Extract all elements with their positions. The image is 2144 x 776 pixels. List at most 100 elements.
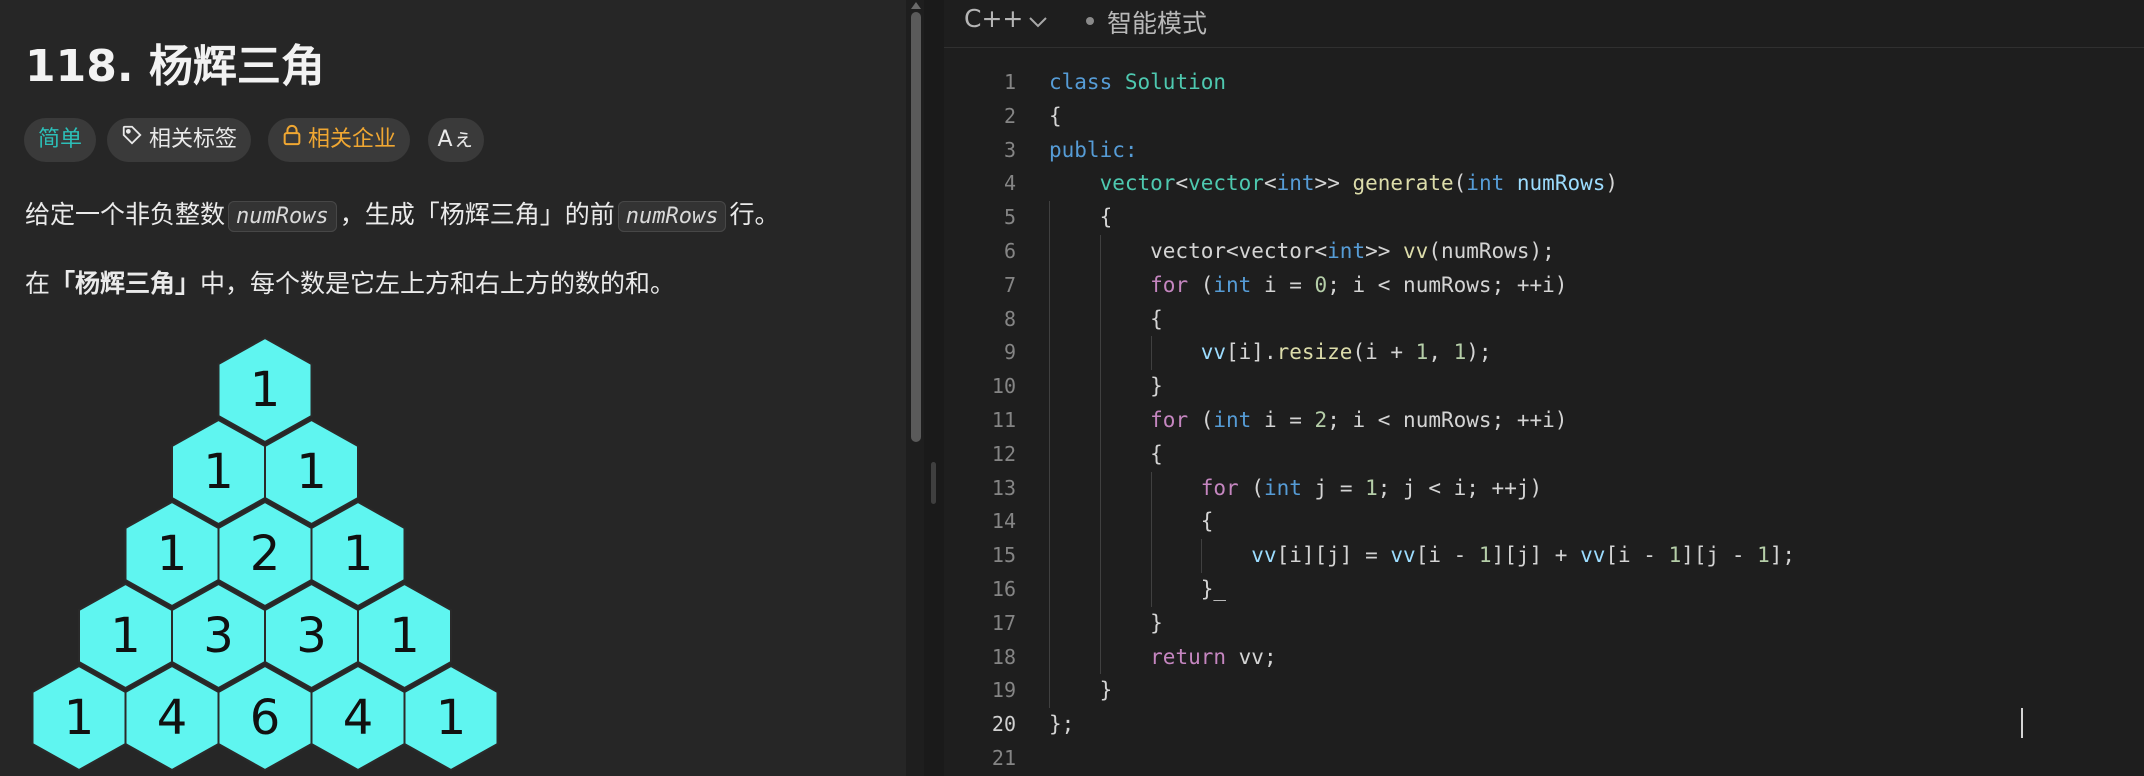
related-tags-button[interactable]: 相关标签 (107, 118, 252, 162)
code-line[interactable]: 9 vv[i].resize(i + 1, 1); (944, 336, 2144, 371)
code-line[interactable]: 20}; (944, 708, 2144, 742)
code-token: [i]. (1226, 340, 1277, 365)
code-line[interactable]: 1 class Solution (944, 66, 2144, 100)
related-companies-button[interactable]: 相关企业 (268, 118, 411, 162)
code-line[interactable]: 10 } (944, 370, 2144, 404)
code-token: 1 (1478, 543, 1492, 568)
code-token: int (1276, 171, 1315, 196)
scroll-up-arrow-icon[interactable] (910, 0, 922, 10)
code-token: int (1213, 407, 1252, 432)
description-paragraph-2: 在「杨辉三角」中，每个数是它左上方和右上方的数的和。 (25, 264, 675, 300)
code-token: (numRows); (1428, 238, 1555, 263)
smart-mode-toggle[interactable]: 智能模式 (1107, 4, 1207, 40)
code-line[interactable]: 7 for (int i = 0; i < numRows; ++i) (944, 268, 2144, 303)
code-token: i = (1251, 272, 1315, 297)
code-token: [i][j] = (1276, 543, 1391, 568)
code-token: 1 (1365, 475, 1378, 500)
code-token: 0 (1314, 272, 1328, 297)
code-token: numRows (1516, 171, 1606, 196)
code-token: ( (1238, 475, 1264, 500)
code-text: for (int i = 0; i < numRows; ++i) (1049, 269, 1567, 303)
code-token: vv (1251, 543, 1277, 568)
code-line[interactable]: 11 for (int i = 2; i < numRows; ++i) (944, 403, 2144, 438)
code-text: vector<vector<int>> vv(numRows); (1049, 235, 1555, 269)
code-line[interactable]: 6 vector<vector<int>> vv(numRows); (944, 234, 2144, 269)
code-token: int (1263, 475, 1302, 500)
code-token: int (1466, 171, 1505, 196)
code-text: } (1049, 607, 1163, 641)
triangle-cell-value: 1 (203, 444, 234, 500)
code-token: [i - (1415, 543, 1479, 568)
code-token: } (1049, 610, 1163, 635)
line-number: 18 (991, 644, 1016, 669)
code-line[interactable]: 2{ (944, 100, 2144, 134)
triangle-cell-value: 4 (157, 690, 188, 746)
splitter-grip-handle[interactable] (931, 462, 936, 504)
code-token: i = (1251, 407, 1315, 432)
lock-icon (282, 118, 302, 162)
code-text: vv[i][j] = vv[i - 1][j] + vv[i - 1][j - … (1049, 539, 1795, 573)
code-line[interactable]: 4 vector<vector<int>> generate(int numRo… (944, 167, 2144, 201)
code-area[interactable]: 1 class Solution 2{3 public: 4 vector<vector… (944, 66, 2144, 776)
code-line[interactable]: 19 } (944, 674, 2144, 709)
line-number: 16 (991, 576, 1016, 601)
code-token: public: (1049, 137, 1138, 162)
code-token: ( (1188, 272, 1214, 297)
code-line[interactable]: 21 (944, 742, 2144, 776)
left-scrollbar-thumb[interactable] (911, 12, 921, 442)
triangle-cell-value: 1 (64, 690, 95, 746)
code-token: for (1200, 475, 1239, 500)
code-line[interactable]: 5 { (944, 201, 2144, 235)
code-token: vv; (1226, 644, 1277, 669)
language-select[interactable]: C++ (964, 4, 1023, 33)
code-line[interactable]: 15 vv[i][j] = vv[i - 1][j] + vv[i - 1][j… (944, 539, 2144, 573)
pane-splitter[interactable] (924, 0, 944, 776)
line-number: 10 (991, 374, 1016, 399)
code-token: ]; (1769, 543, 1796, 568)
code-line[interactable]: 12 { (944, 437, 2144, 472)
chevron-down-icon[interactable] (1028, 15, 1048, 29)
difficulty-badge[interactable]: 简单 (24, 118, 97, 162)
translate-icon: Aぇ (437, 127, 475, 152)
code-line[interactable]: 8 { (944, 302, 2144, 337)
code-token: Solution (1124, 70, 1227, 94)
code-line[interactable]: 17 } (944, 606, 2144, 641)
code-token: for (1150, 272, 1189, 297)
translate-button[interactable]: Aぇ (428, 118, 484, 162)
code-text: { (1049, 201, 1113, 235)
triangle-cell-value: 4 (343, 690, 374, 746)
line-number: 17 (991, 610, 1016, 635)
line-number: 11 (991, 407, 1016, 432)
code-token: } (1049, 678, 1113, 703)
code-token: { (1049, 509, 1214, 534)
code-line[interactable]: 14 { (944, 505, 2144, 540)
line-number: 2 (1003, 103, 1016, 128)
code-token: }; (1049, 712, 1075, 737)
line-number: 20 (991, 712, 1016, 737)
line-number: 8 (1003, 306, 1016, 331)
code-token: 1 (1757, 543, 1770, 568)
code-line[interactable]: 13 for (int j = 1; j < i; ++j) (944, 471, 2144, 506)
code-token: >> (1314, 171, 1353, 196)
code-token: vv (1580, 543, 1606, 568)
code-token: class (1049, 70, 1113, 94)
code-token: vv (1200, 340, 1227, 365)
code-token: { (1049, 306, 1163, 331)
code-line[interactable]: 16 }_ (944, 572, 2144, 607)
text-cursor (2021, 708, 2023, 738)
code-token: int (1327, 238, 1366, 263)
code-token: ) (1605, 171, 1619, 196)
numrows-code-2: numRows (617, 201, 727, 232)
code-line[interactable]: 3 public: (944, 134, 2144, 168)
line-number: 21 (991, 745, 1016, 770)
code-token: for (1150, 407, 1189, 432)
line-number: 14 (991, 509, 1016, 534)
code-text: return vv; (1049, 641, 1277, 675)
code-line[interactable]: 18 return vv; (944, 640, 2144, 675)
line-number: 19 (991, 678, 1016, 703)
code-token: vv (1390, 543, 1416, 568)
